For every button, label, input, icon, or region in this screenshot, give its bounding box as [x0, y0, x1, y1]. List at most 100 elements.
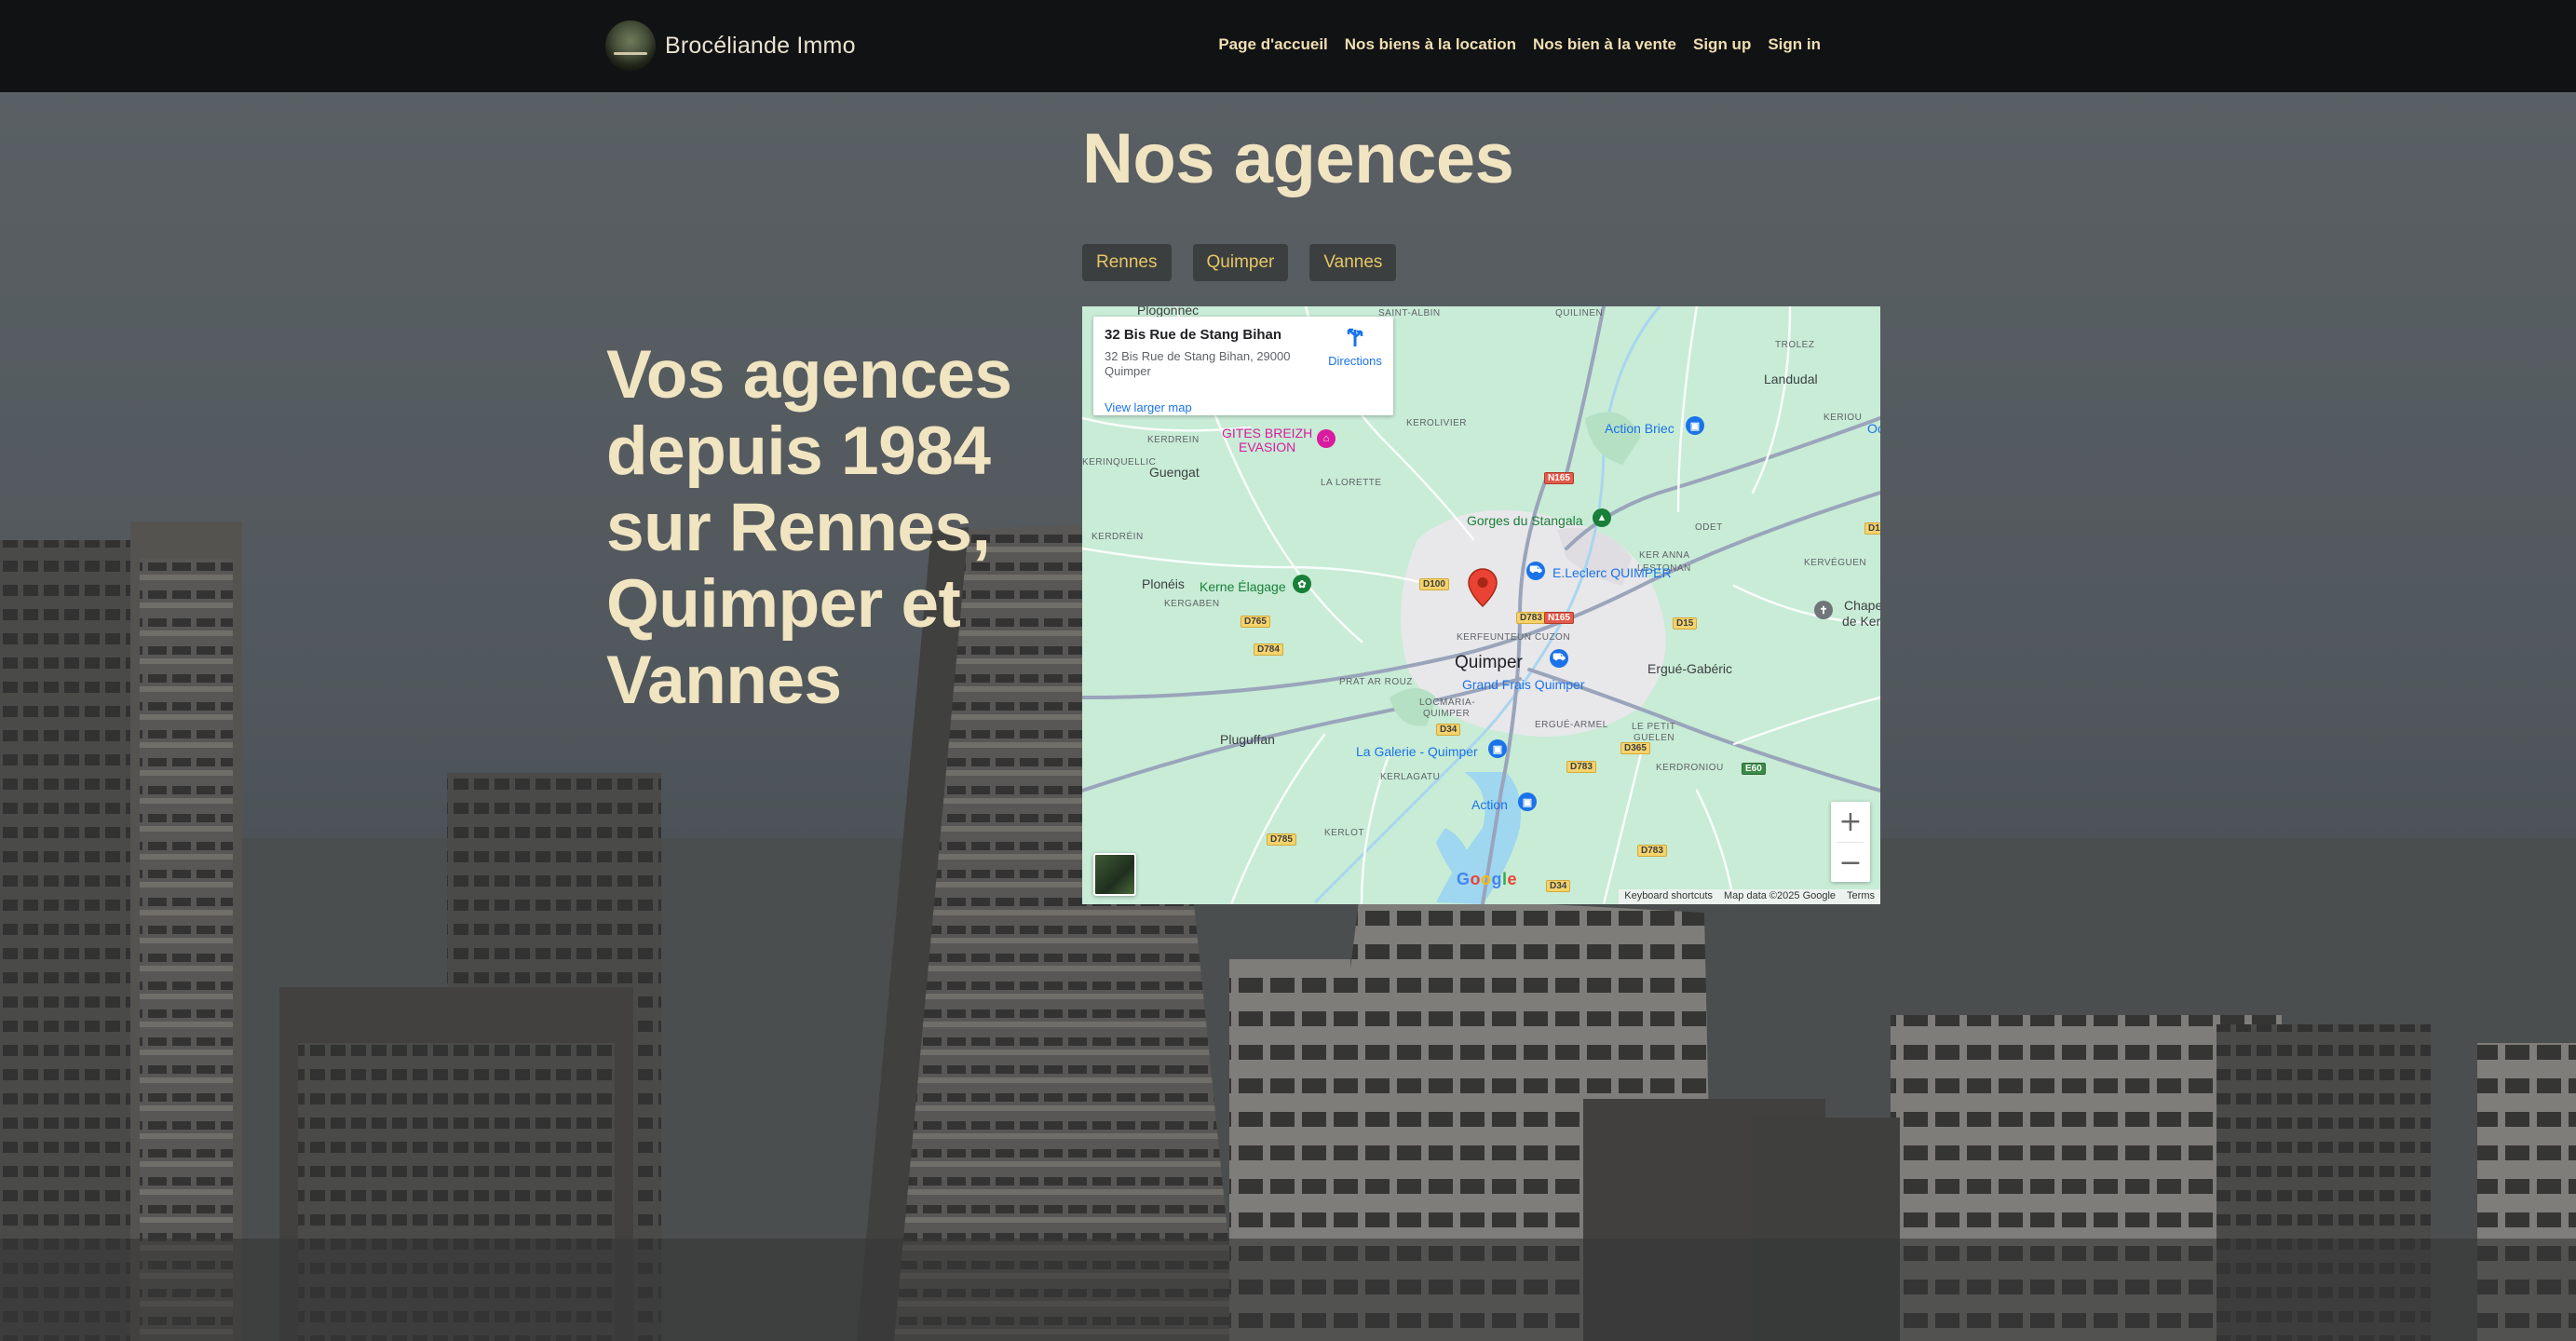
map-label-quimper: Quimper	[1455, 653, 1523, 672]
map-type-toggle[interactable]	[1093, 853, 1136, 896]
hero-line: Vos agences	[606, 337, 1012, 413]
map-label-kergaben: KERGABEN	[1164, 599, 1220, 609]
tab-rennes[interactable]: Rennes	[1082, 244, 1172, 281]
hero-line: sur Rennes,	[606, 490, 991, 565]
map-label-kerveguen: KERVÉGUEN	[1804, 558, 1867, 568]
map-attribution: Keyboard shortcuts Map data ©2025 Google…	[1619, 889, 1880, 904]
map-label-ploneis: Plonéis	[1142, 576, 1185, 591]
nav-link-signin[interactable]: Sign in	[1768, 35, 1821, 54]
shopping-bag-icon[interactable]: ▣	[1488, 739, 1507, 758]
nav-link-home[interactable]: Page d'accueil	[1218, 35, 1327, 54]
map-label-locmaria-2: QUIMPER	[1423, 709, 1471, 719]
map-poi-leclerc[interactable]: E.Leclerc QUIMPER	[1552, 565, 1672, 580]
map-label-ergue-gaberic: Ergué-Gabéric	[1647, 661, 1733, 676]
chapel-cross-icon[interactable]: ✝	[1814, 601, 1833, 619]
map-poi-gorges-stangala[interactable]: Gorges du Stangala	[1467, 513, 1583, 528]
map-label-chapelle: Chape	[1844, 598, 1880, 613]
hero-line: Quimper et	[606, 566, 961, 642]
map-label-kerlot: KERLOT	[1324, 828, 1365, 838]
road-shield: D15	[1673, 617, 1698, 630]
garden-flower-icon[interactable]: ✿	[1293, 575, 1311, 593]
shopping-bag-icon[interactable]: ▣	[1518, 792, 1537, 811]
road-shield: D365	[1620, 742, 1650, 754]
map-label-odet: ODET	[1695, 522, 1723, 533]
road-shield: N165	[1544, 472, 1574, 484]
map-label-landudal: Landudal	[1764, 372, 1818, 386]
map-label-ergue-armel: ERGUÉ-ARMEL	[1535, 720, 1608, 730]
road-shield: D783	[1516, 612, 1546, 624]
road-shield: D34	[1546, 880, 1571, 892]
brand-logo-icon[interactable]	[605, 20, 656, 71]
map-label-pluguffan: Pluguffan	[1220, 732, 1275, 747]
map-label-le-petit: LE PETIT	[1632, 722, 1676, 732]
agencies-title: Nos agences	[1082, 119, 1514, 198]
zoom-out-button[interactable]: −	[1831, 843, 1870, 883]
nav-link-sale[interactable]: Nos bien à la vente	[1533, 35, 1676, 54]
shopping-cart-icon[interactable]: ⛟	[1550, 649, 1568, 668]
view-larger-map-link[interactable]: View larger map	[1105, 400, 1192, 414]
road-shield: D34	[1436, 724, 1461, 736]
keyboard-shortcuts-link[interactable]: Keyboard shortcuts	[1619, 889, 1718, 904]
tab-quimper[interactable]: Quimper	[1192, 244, 1289, 281]
road-shield: D100	[1419, 578, 1449, 590]
park-tree-icon[interactable]: ▲	[1593, 508, 1611, 527]
road-shield: D783	[1566, 761, 1596, 773]
map-label-kerdroniou: KERDRONIOU	[1656, 763, 1724, 773]
map-label-kerfeunteun: KERFEUNTEUN	[1457, 632, 1532, 643]
map-label-prat-ar-rouz: PRAT AR ROUZ	[1339, 677, 1413, 687]
road-shield: D784	[1254, 643, 1283, 656]
shopping-cart-icon[interactable]: ⛟	[1526, 562, 1545, 580]
terms-link[interactable]: Terms	[1841, 889, 1880, 904]
brand[interactable]: Brocéliande Immo	[605, 20, 856, 71]
map-label-keriou: KERIOU	[1824, 413, 1863, 423]
info-card-address: 32 Bis Rue de Stang Bihan, 29000 Quimper	[1105, 349, 1291, 378]
road-shield: N165	[1544, 612, 1574, 624]
map-label-locmaria: LOCMARIA-	[1419, 698, 1476, 708]
map-label-kerinquellic: KERINQUELLIC	[1082, 457, 1157, 467]
map-label-kerolivier: KEROLIVIER	[1406, 418, 1468, 428]
map-label-trolez: TROLEZ	[1775, 340, 1815, 350]
map-label-kerdrein-2: KERDRÉIN	[1091, 532, 1144, 542]
map-poi-grand-frais[interactable]: Grand Frais Quimper	[1462, 677, 1584, 692]
map-label-kerlagatu: KERLAGATU	[1380, 772, 1441, 782]
road-shield: D765	[1241, 616, 1270, 628]
google-map[interactable]: Plogonnec SAINT-ALBIN QUILINEN TROLEZ La…	[1082, 306, 1880, 904]
road-shield: D15	[1864, 522, 1880, 535]
gite-poi-icon[interactable]: ⌂	[1317, 429, 1335, 448]
map-info-card: 32 Bis Rue de Stang Bihan 32 Bis Rue de …	[1093, 317, 1393, 415]
tab-vannes[interactable]: Vannes	[1309, 244, 1397, 281]
map-label-quilinen: QUILINEN	[1555, 308, 1604, 318]
map-label-la-lorette: LA LORETTE	[1321, 478, 1382, 488]
directions-icon	[1347, 328, 1363, 346]
hero-line: Vannes	[606, 643, 842, 718]
road-shield: E60	[1742, 763, 1766, 775]
directions-label: Directions	[1328, 354, 1382, 368]
road-shield: D785	[1267, 833, 1296, 846]
map-label-guengat: Guengat	[1149, 465, 1200, 480]
zoom-controls: + −	[1831, 802, 1870, 882]
map-poi-action-briec[interactable]: Action Briec	[1605, 421, 1674, 436]
map-poi-gites-line2: EVASION	[1239, 440, 1296, 454]
map-poi-gites-breizh[interactable]: GITES BREIZH EVASION	[1222, 427, 1312, 454]
location-pin-icon[interactable]	[1468, 568, 1498, 607]
nav-link-signup[interactable]: Sign up	[1693, 35, 1751, 54]
map-label-kerdrein: KERDREIN	[1147, 435, 1200, 445]
directions-button[interactable]: Directions	[1322, 328, 1388, 368]
map-label-ker-anna: KER ANNA	[1639, 550, 1690, 561]
map-data-text: Map data ©2025 Google	[1724, 890, 1837, 901]
map-label-chapelle-2: de Ker	[1842, 614, 1880, 629]
brand-name[interactable]: Brocéliande Immo	[665, 33, 856, 60]
map-poi-gites-line1: GITES BREIZH	[1222, 426, 1313, 440]
zoom-in-button[interactable]: +	[1831, 802, 1870, 842]
map-poi-kerne-elagage[interactable]: Kerne Élagage	[1200, 579, 1286, 594]
map-poi-la-galerie[interactable]: La Galerie - Quimper	[1356, 744, 1478, 759]
hero-line: depuis 1984	[606, 413, 991, 489]
shopping-bag-icon[interactable]: ▣	[1686, 416, 1704, 435]
google-logo: Google	[1457, 870, 1518, 888]
map-label-cut-off: Oc	[1867, 421, 1880, 436]
nav-link-rent[interactable]: Nos biens à la location	[1345, 35, 1516, 54]
main-nav: Page d'accueil Nos biens à la location N…	[1201, 35, 1821, 54]
map-poi-action[interactable]: Action	[1471, 797, 1508, 812]
agency-tabs: Rennes Quimper Vannes	[1082, 244, 1397, 281]
info-card-title: 32 Bis Rue de Stang Bihan	[1105, 327, 1282, 343]
